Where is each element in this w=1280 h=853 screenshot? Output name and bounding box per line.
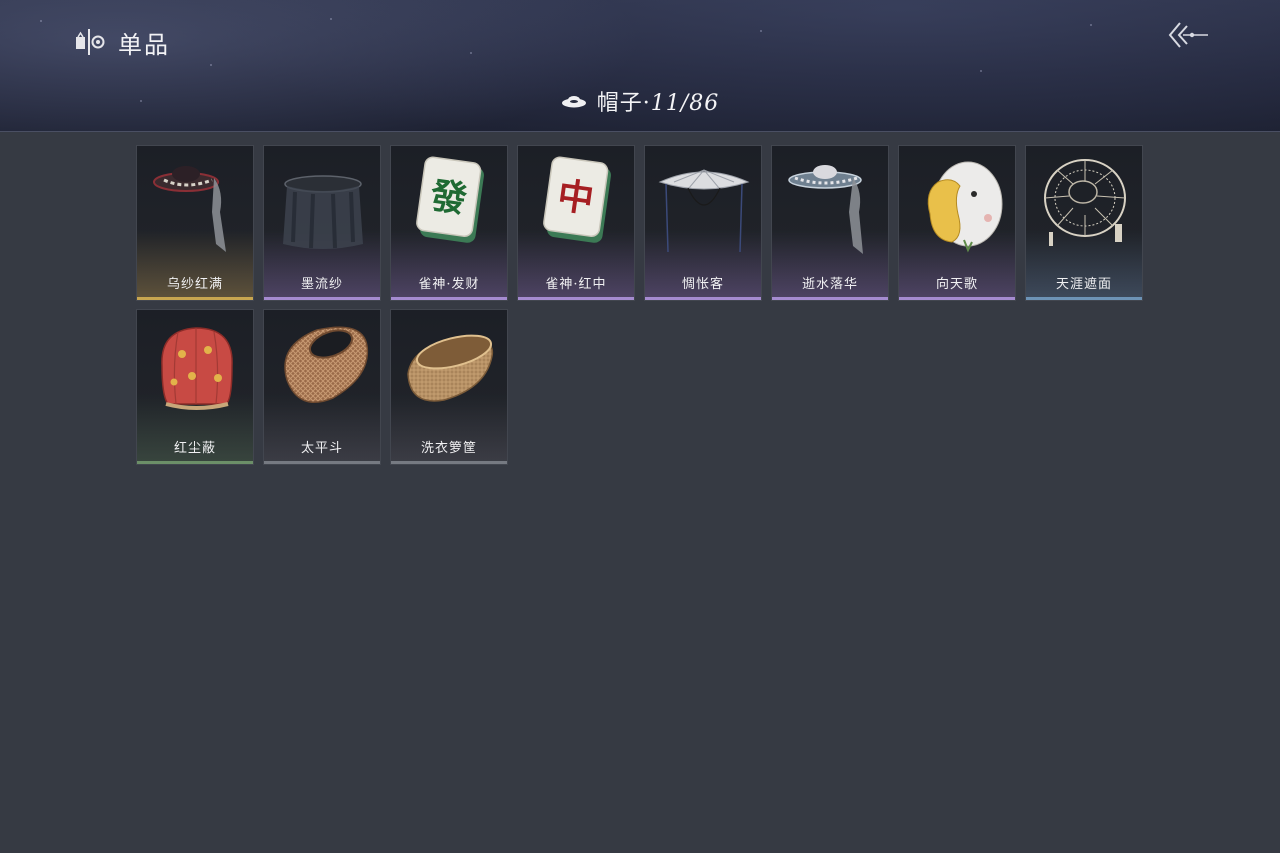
- item-card[interactable]: 逝水落华: [771, 145, 889, 301]
- category-name: 帽子·: [596, 91, 651, 116]
- item-card[interactable]: 太平斗: [263, 309, 381, 465]
- rarity-bar: [1026, 297, 1142, 300]
- rarity-bar: [391, 461, 507, 464]
- star-speck: [980, 70, 982, 72]
- star-speck: [330, 18, 332, 20]
- item-name: 惆怅客: [681, 277, 724, 292]
- black-veil-hat-icon: [283, 175, 363, 249]
- item-name: 乌纱红满: [166, 277, 223, 292]
- rarity-bar: [137, 461, 253, 464]
- hat-icon: [561, 96, 586, 108]
- item-name: 洗衣箩筐: [420, 441, 477, 456]
- rarity-bar: [264, 297, 380, 300]
- item-name: 向天歌: [935, 277, 978, 292]
- item-name: 太平斗: [300, 441, 343, 456]
- item-card[interactable]: 天涯遮面: [1025, 145, 1143, 301]
- item-name: 逝水落华: [801, 277, 858, 292]
- back-button[interactable]: [1166, 18, 1210, 52]
- laundry-basket-icon: [407, 334, 494, 402]
- woven-basket-hat-icon: [284, 326, 369, 403]
- item-name: 红尘蔽: [173, 441, 216, 456]
- item-name: 雀神·发财: [418, 277, 480, 292]
- item-card[interactable]: 乌纱红满: [136, 145, 254, 301]
- star-speck: [40, 20, 42, 22]
- item-grid: 乌纱红满 墨流纱 發 雀神·发财 中 雀神·红中 惆怅客 逝水落华 向天歌 天涯…: [136, 145, 1146, 465]
- rarity-bar: [137, 297, 253, 300]
- gauze-hat-red-veil-icon: [153, 166, 226, 252]
- item-name: 雀神·红中: [545, 277, 607, 292]
- item-card[interactable]: 红尘蔽: [136, 309, 254, 465]
- category-label: 帽子·11/86: [597, 85, 719, 117]
- item-card[interactable]: 發 雀神·发财: [390, 145, 508, 301]
- rarity-bar: [772, 297, 888, 300]
- item-name: 天涯遮面: [1055, 277, 1112, 292]
- floral-veil-hat-icon: [788, 165, 863, 254]
- item-name: 墨流纱: [300, 277, 343, 292]
- red-cloth-hood-icon: [161, 327, 233, 410]
- collection-count: 11/86: [650, 91, 720, 116]
- rarity-bar: [264, 461, 380, 464]
- star-speck: [210, 64, 212, 66]
- star-speck: [470, 52, 472, 54]
- category-heading: 帽子·11/86: [0, 86, 1280, 116]
- mahjong-tile-fa-icon: 發: [416, 156, 484, 243]
- rattan-veil-hat-icon: [1044, 159, 1126, 246]
- item-card[interactable]: 中 雀神·红中: [517, 145, 635, 301]
- star-speck: [760, 30, 762, 32]
- rarity-bar: [518, 297, 634, 300]
- rarity-bar: [645, 297, 761, 300]
- item-card[interactable]: 向天歌: [898, 145, 1016, 301]
- tile-character: 中: [555, 174, 597, 221]
- section-title-label: 单品: [118, 30, 170, 59]
- back-arrow-icon: [1168, 22, 1208, 48]
- goose-hood-icon: [927, 161, 1003, 253]
- star-speck: [1090, 24, 1092, 26]
- mahjong-tile-zhong-icon: 中: [543, 156, 611, 243]
- tile-character: 發: [427, 174, 470, 221]
- item-card[interactable]: 洗衣箩筐: [390, 309, 508, 465]
- item-card[interactable]: 惆怅客: [644, 145, 762, 301]
- rarity-bar: [899, 297, 1015, 300]
- white-bamboo-hat-icon: [658, 169, 750, 253]
- wardrobe-icon: [76, 29, 105, 55]
- rarity-bar: [391, 297, 507, 300]
- top-banner: 单品 帽子·11/86: [0, 0, 1280, 132]
- item-card[interactable]: 墨流纱: [263, 145, 381, 301]
- section-title: 单品: [74, 26, 170, 59]
